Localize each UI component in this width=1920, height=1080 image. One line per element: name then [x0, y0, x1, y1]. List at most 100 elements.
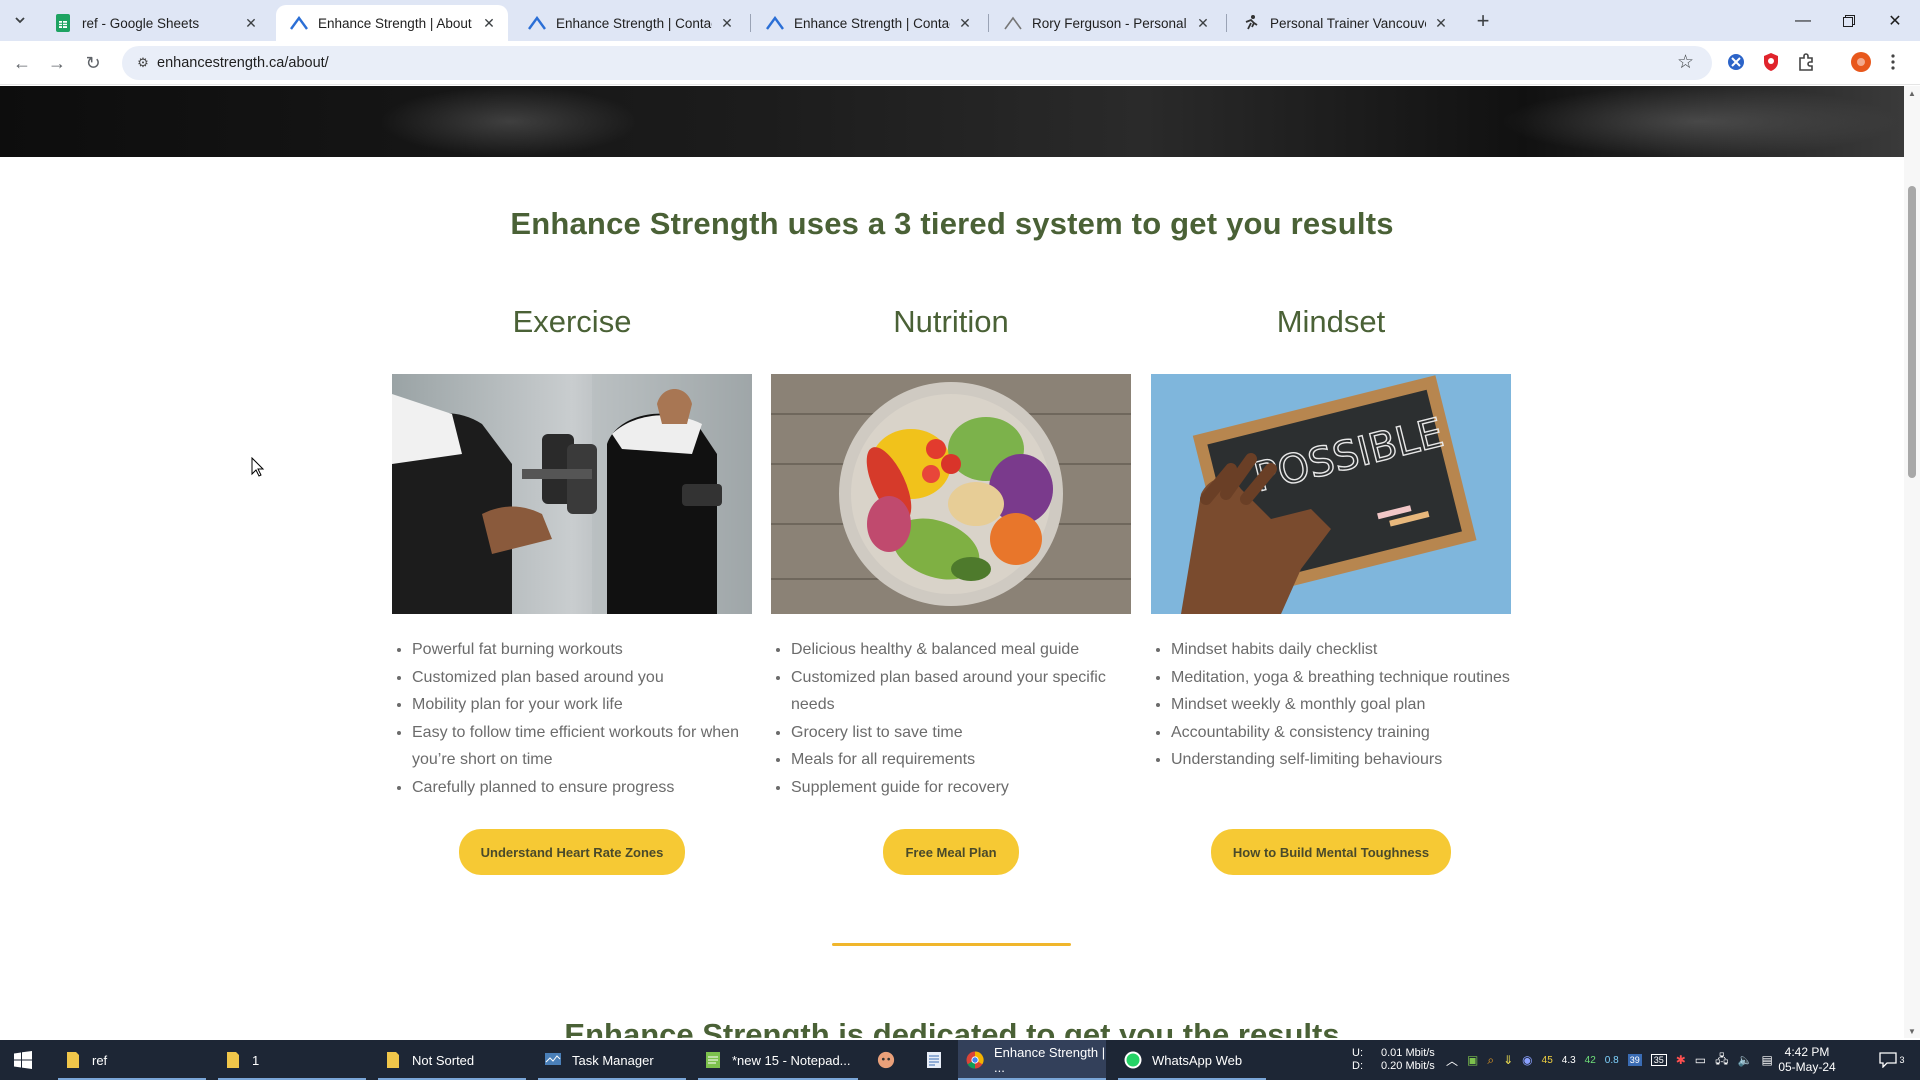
exercise-button-wrap: Understand Heart Rate Zones: [392, 829, 752, 875]
new-tab-button[interactable]: +: [1470, 8, 1496, 34]
scroll-down-arrow-icon[interactable]: ▼: [1908, 1027, 1916, 1036]
mindset-feature-list: Mindset habits daily checklist Meditatio…: [1151, 636, 1511, 774]
taskbar-item-ref[interactable]: ref: [58, 1040, 206, 1080]
tab-contact-1[interactable]: Enhance Strength | Contact ✕: [514, 5, 746, 41]
mouse-cursor-icon: [251, 457, 265, 477]
reload-button[interactable]: ↻: [79, 49, 107, 77]
reload-icon: ↻: [85, 52, 101, 73]
close-icon: ✕: [1888, 12, 1902, 30]
vpn-icon[interactable]: ◉: [1522, 1053, 1532, 1067]
tray-number: 42: [1584, 1054, 1596, 1066]
list-item: Customized plan based around your specif…: [791, 664, 1131, 719]
scroll-up-arrow-icon[interactable]: ▲: [1908, 89, 1916, 98]
enhance-strength-icon: [766, 14, 784, 32]
taskbar-item-app[interactable]: [864, 1040, 908, 1080]
close-icon[interactable]: ✕: [242, 14, 260, 32]
section-divider: [832, 943, 1071, 946]
chevron-up-icon[interactable]: ︿: [1446, 1052, 1458, 1069]
heart-rate-zones-button[interactable]: Understand Heart Rate Zones: [458, 829, 686, 875]
close-window-button[interactable]: ✕: [1872, 0, 1918, 41]
taskbar-item-whatsapp[interactable]: WhatsApp Web: [1118, 1040, 1266, 1080]
calendar-badge[interactable]: 35: [1650, 1054, 1667, 1066]
close-icon[interactable]: ✕: [718, 14, 736, 32]
taskbar-label: Task Manager: [572, 1052, 654, 1068]
taskbar-item-not-sorted[interactable]: Not Sorted: [378, 1040, 526, 1080]
chalkboard-possible-photo: POSSIBLE: [1151, 374, 1511, 614]
list-item: Delicious healthy & balanced meal guide: [791, 636, 1131, 664]
taskbar-label: WhatsApp Web: [1152, 1052, 1243, 1068]
healthy-bowl-photo: [771, 374, 1131, 614]
back-button[interactable]: ←: [8, 49, 36, 77]
clock[interactable]: 4:42 PM 05-May-24: [1762, 1040, 1852, 1080]
network-icon[interactable]: 🖧: [1715, 1050, 1728, 1071]
close-icon[interactable]: ✕: [1432, 14, 1450, 32]
start-button[interactable]: [0, 1040, 46, 1080]
minimize-icon: —: [1795, 11, 1811, 29]
volume-icon[interactable]: 🔈: [1738, 1053, 1753, 1067]
scrollbar-thumb[interactable]: [1908, 186, 1916, 478]
taskbar-label: Enhance Strength | ...: [994, 1045, 1106, 1075]
taskbar-item-document[interactable]: [912, 1040, 956, 1080]
extension-icon-1[interactable]: [1725, 51, 1747, 73]
mindset-column: Mindset POSSIBLE Mindset habits daily ch…: [1151, 304, 1511, 774]
rory-icon: [1004, 14, 1022, 32]
forward-button[interactable]: →: [43, 49, 71, 77]
taskbar-item-task-manager[interactable]: Task Manager: [538, 1040, 686, 1080]
chevron-down-icon: [15, 17, 25, 24]
shield-extension-icon[interactable]: [1760, 51, 1782, 73]
antivirus-icon[interactable]: ✱: [1676, 1053, 1686, 1067]
bookmark-star-icon[interactable]: ☆: [1677, 51, 1694, 74]
mindset-button-wrap: How to Build Mental Toughness: [1151, 829, 1511, 875]
search-icon[interactable]: ⌕: [1487, 1053, 1494, 1068]
tab-search-button[interactable]: [8, 8, 32, 32]
list-item: Mobility plan for your work life: [412, 691, 752, 719]
url-text[interactable]: enhancestrength.ca/about/: [157, 55, 329, 71]
list-item: Supplement guide for recovery: [791, 774, 1131, 802]
tab-about[interactable]: Enhance Strength | About ✕: [276, 5, 508, 41]
list-item: Accountability & consistency training: [1171, 719, 1511, 747]
tab-title: ref - Google Sheets: [82, 15, 200, 31]
folder-icon: [384, 1051, 402, 1069]
tray-number: 45: [1541, 1054, 1553, 1066]
notifications-button[interactable]: 3: [1872, 1040, 1912, 1080]
menu-kebab-icon[interactable]: [1886, 51, 1900, 73]
battery-icon[interactable]: ▭: [1695, 1053, 1706, 1067]
download-speed: 0.20 Mbit/s: [1381, 1060, 1435, 1072]
page-scrollbar[interactable]: ▲ ▼: [1904, 86, 1920, 1038]
profile-avatar-icon[interactable]: [1850, 51, 1872, 73]
enhance-strength-icon: [290, 14, 308, 32]
close-icon[interactable]: ✕: [1194, 14, 1212, 32]
tab-separator: [750, 14, 751, 32]
taskbar-item-chrome[interactable]: Enhance Strength | ...: [958, 1040, 1106, 1080]
tray-download-icon[interactable]: ⇓: [1503, 1053, 1513, 1067]
tab-rory-ferguson[interactable]: Rory Ferguson - Personal Traini ✕: [990, 5, 1222, 41]
taskbar-label: ref: [92, 1052, 108, 1068]
column-title: Mindset: [1276, 304, 1386, 339]
site-info-icon[interactable]: ⚙: [134, 54, 152, 72]
web-page: Enhance Strength uses a 3 tiered system …: [0, 86, 1904, 1038]
minimize-button[interactable]: —: [1780, 0, 1826, 41]
close-icon[interactable]: ✕: [480, 14, 498, 32]
tray-app-icon[interactable]: ▣: [1467, 1053, 1478, 1067]
restore-icon: [1843, 14, 1855, 27]
taskbar-label: Not Sorted: [412, 1052, 475, 1068]
taskbar-item-notepad[interactable]: *new 15 - Notepad...: [698, 1040, 858, 1080]
tab-sheets[interactable]: ref - Google Sheets ✕: [40, 5, 270, 41]
taskbar-item-1[interactable]: 1: [218, 1040, 366, 1080]
restore-button[interactable]: [1826, 0, 1872, 41]
mental-toughness-button[interactable]: How to Build Mental Toughness: [1210, 829, 1452, 875]
close-icon[interactable]: ✕: [956, 14, 974, 32]
notification-count: 3: [1899, 1055, 1905, 1065]
address-bar[interactable]: ⚙ enhancestrength.ca/about/ ☆: [122, 46, 1712, 80]
task-manager-icon: [544, 1051, 562, 1069]
tab-personal-trainer[interactable]: Personal Trainer Vancouver | We ✕: [1228, 5, 1460, 41]
calendar-badge[interactable]: 39: [1627, 1054, 1642, 1066]
free-meal-plan-button[interactable]: Free Meal Plan: [883, 829, 1019, 875]
taskbar-label: *new 15 - Notepad...: [732, 1052, 851, 1068]
extensions-puzzle-icon[interactable]: [1795, 51, 1817, 73]
folder-icon: [224, 1051, 242, 1069]
network-speed-meter: U: D: 0.01 Mbit/s 0.20 Mbit/s: [1352, 1040, 1435, 1080]
upload-label: U:: [1352, 1047, 1363, 1059]
list-item: Mindset habits daily checklist: [1171, 636, 1511, 664]
tab-contact-2[interactable]: Enhance Strength | Contact ✕: [752, 5, 984, 41]
